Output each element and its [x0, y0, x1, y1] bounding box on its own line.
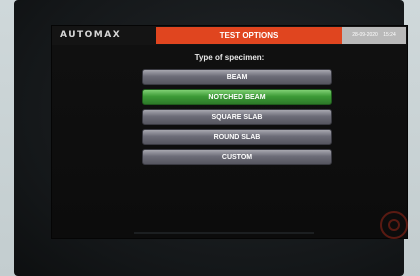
option-round-slab-button[interactable]: ROUND SLAB — [142, 129, 332, 145]
photo-background: AUTOMAX TEST OPTIONS 28-09-2020 15:24 Ty… — [0, 0, 420, 276]
main-content: Type of specimen: BEAM NOTCHED BEAM SQUA… — [52, 45, 408, 239]
option-square-slab-button[interactable]: SQUARE SLAB — [142, 109, 332, 125]
device-bezel: AUTOMAX TEST OPTIONS 28-09-2020 15:24 Ty… — [14, 0, 408, 276]
option-notched-beam-button[interactable]: NOTCHED BEAM — [142, 89, 332, 105]
top-bar: AUTOMAX TEST OPTIONS 28-09-2020 15:24 — [52, 26, 407, 45]
time-label: 15:24 — [383, 32, 396, 38]
touch-screen: AUTOMAX TEST OPTIONS 28-09-2020 15:24 Ty… — [52, 26, 408, 239]
reflection-logo-icon — [380, 211, 408, 239]
option-beam-button[interactable]: BEAM — [142, 69, 332, 85]
date-label: 28-09-2020 — [352, 32, 378, 38]
datetime-display: 28-09-2020 15:24 — [342, 27, 406, 44]
page-title: TEST OPTIONS — [156, 27, 342, 44]
brand-logo: AUTOMAX — [60, 30, 122, 40]
specimen-prompt: Type of specimen: — [194, 53, 265, 62]
bezel-edge — [134, 232, 314, 234]
option-custom-button[interactable]: CUSTOM — [142, 149, 332, 165]
